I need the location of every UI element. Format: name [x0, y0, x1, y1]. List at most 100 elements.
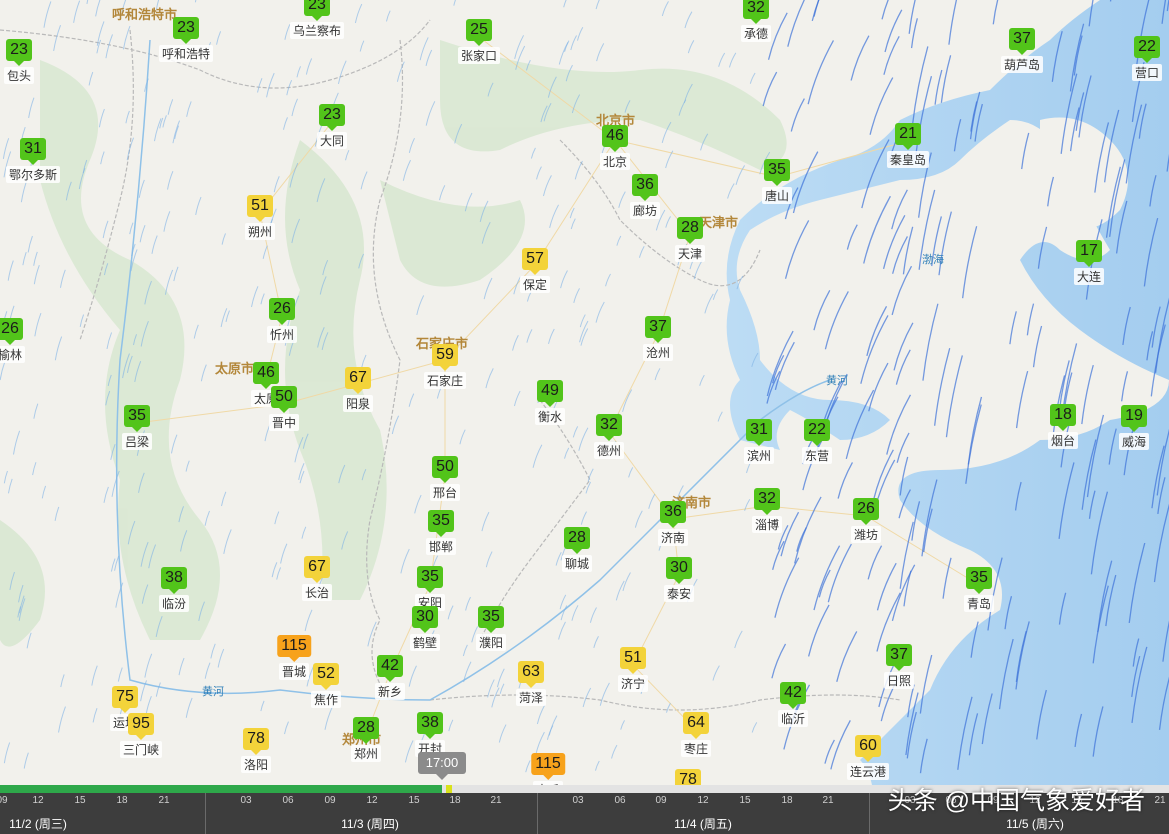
aqi-marker[interactable]: 19 — [1121, 405, 1147, 432]
aqi-value-badge[interactable]: 26 — [269, 298, 295, 325]
aqi-marker[interactable]: 23 — [6, 39, 32, 66]
aqi-marker[interactable]: 30 — [412, 606, 438, 633]
aqi-marker[interactable]: 42 — [780, 682, 806, 709]
aqi-marker[interactable]: 60 — [855, 735, 881, 762]
aqi-marker[interactable]: 26 — [269, 298, 295, 325]
aqi-value-badge[interactable]: 57 — [522, 248, 548, 275]
aqi-marker[interactable]: 50 — [271, 386, 297, 413]
aqi-value-badge[interactable]: 50 — [432, 456, 458, 483]
aqi-marker[interactable]: 23 — [304, 0, 330, 21]
timeline-hour-tick[interactable]: 21 — [822, 795, 833, 806]
timeline-handle[interactable] — [446, 785, 452, 793]
aqi-marker[interactable]: 115 — [277, 635, 311, 662]
aqi-marker[interactable]: 115 — [531, 753, 565, 780]
aqi-marker[interactable]: 31 — [20, 138, 46, 165]
timeline-hour-tick[interactable]: 21 — [490, 795, 501, 806]
aqi-value-badge[interactable]: 23 — [173, 17, 199, 44]
aqi-marker[interactable]: 35 — [124, 405, 150, 432]
aqi-marker[interactable]: 31 — [746, 419, 772, 446]
aqi-value-badge[interactable]: 63 — [518, 661, 544, 688]
aqi-marker[interactable]: 38 — [161, 567, 187, 594]
aqi-marker[interactable]: 26 — [853, 498, 879, 525]
aqi-value-badge[interactable]: 46 — [602, 125, 628, 152]
aqi-value-badge[interactable]: 42 — [377, 655, 403, 682]
timeline-hour-tick[interactable]: 06 — [614, 795, 625, 806]
aqi-value-badge[interactable]: 28 — [353, 717, 379, 744]
aqi-value-badge[interactable]: 37 — [886, 644, 912, 671]
timeline-hour-tick[interactable]: 15 — [739, 795, 750, 806]
aqi-marker[interactable]: 67 — [345, 367, 371, 394]
timeline-hour-tick[interactable]: 12 — [366, 795, 377, 806]
aqi-value-badge[interactable]: 42 — [780, 682, 806, 709]
aqi-marker[interactable]: 42 — [377, 655, 403, 682]
aqi-marker[interactable]: 22 — [804, 419, 830, 446]
aqi-value-badge[interactable]: 28 — [677, 217, 703, 244]
aqi-value-badge[interactable]: 18 — [1050, 404, 1076, 431]
aqi-value-badge[interactable]: 21 — [895, 123, 921, 150]
aqi-marker[interactable]: 35 — [428, 510, 454, 537]
aqi-value-badge[interactable]: 35 — [966, 567, 992, 594]
aqi-value-badge[interactable]: 31 — [20, 138, 46, 165]
timeline-hour-tick[interactable]: 12 — [32, 795, 43, 806]
aqi-marker[interactable]: 57 — [522, 248, 548, 275]
aqi-value-badge[interactable]: 23 — [304, 0, 330, 21]
aqi-value-badge[interactable]: 75 — [112, 686, 138, 713]
aqi-value-badge[interactable]: 31 — [746, 419, 772, 446]
timeline-day-label[interactable]: 11/3 (周四) — [341, 815, 399, 832]
aqi-marker[interactable]: 35 — [966, 567, 992, 594]
aqi-marker[interactable]: 52 — [313, 663, 339, 690]
aqi-marker[interactable]: 30 — [666, 557, 692, 584]
aqi-value-badge[interactable]: 23 — [319, 104, 345, 131]
aqi-marker[interactable]: 32 — [754, 488, 780, 515]
aqi-value-badge[interactable]: 23 — [6, 39, 32, 66]
aqi-marker[interactable]: 26 — [0, 318, 23, 345]
aqi-value-badge[interactable]: 49 — [537, 380, 563, 407]
timeline-hour-tick[interactable]: 18 — [116, 795, 127, 806]
timeline-hour-tick[interactable]: 03 — [572, 795, 583, 806]
timeline-hour-tick[interactable]: 09 — [324, 795, 335, 806]
aqi-value-badge[interactable]: 59 — [432, 344, 458, 371]
aqi-value-badge[interactable]: 36 — [660, 501, 686, 528]
timeline-day-label[interactable]: 11/2 (周三) — [9, 815, 67, 832]
timeline-hour-tick[interactable]: 03 — [240, 795, 251, 806]
aqi-marker[interactable]: 21 — [895, 123, 921, 150]
aqi-value-badge[interactable]: 22 — [804, 419, 830, 446]
aqi-marker[interactable]: 63 — [518, 661, 544, 688]
timeline-hour-tick[interactable]: 18 — [781, 795, 792, 806]
aqi-value-badge[interactable]: 28 — [564, 527, 590, 554]
timeline-hour-tick[interactable]: 15 — [408, 795, 419, 806]
aqi-marker[interactable]: 51 — [620, 647, 646, 674]
aqi-value-badge[interactable]: 35 — [124, 405, 150, 432]
aqi-marker[interactable]: 35 — [478, 606, 504, 633]
aqi-marker[interactable]: 36 — [660, 501, 686, 528]
aqi-value-badge[interactable]: 22 — [1134, 36, 1160, 63]
aqi-value-badge[interactable]: 30 — [412, 606, 438, 633]
aqi-marker[interactable]: 35 — [417, 566, 443, 593]
aqi-marker[interactable]: 37 — [886, 644, 912, 671]
aqi-value-badge[interactable]: 60 — [855, 735, 881, 762]
aqi-value-badge[interactable]: 78 — [243, 728, 269, 755]
aqi-value-badge[interactable]: 35 — [764, 159, 790, 186]
aqi-marker[interactable]: 46 — [602, 125, 628, 152]
aqi-value-badge[interactable]: 38 — [417, 712, 443, 739]
aqi-marker[interactable]: 95 — [128, 713, 154, 740]
aqi-value-badge[interactable]: 26 — [0, 318, 23, 345]
aqi-marker[interactable]: 23 — [173, 17, 199, 44]
aqi-value-badge[interactable]: 52 — [313, 663, 339, 690]
aqi-value-badge[interactable]: 25 — [466, 19, 492, 46]
aqi-marker[interactable]: 35 — [764, 159, 790, 186]
aqi-value-badge[interactable]: 67 — [345, 367, 371, 394]
aqi-value-badge[interactable]: 32 — [743, 0, 769, 24]
aqi-marker[interactable]: 32 — [743, 0, 769, 24]
aqi-marker[interactable]: 23 — [319, 104, 345, 131]
aqi-marker[interactable]: 18 — [1050, 404, 1076, 431]
aqi-value-badge[interactable]: 38 — [161, 567, 187, 594]
aqi-value-badge[interactable]: 37 — [645, 316, 671, 343]
aqi-value-badge[interactable]: 26 — [853, 498, 879, 525]
aqi-marker[interactable]: 75 — [112, 686, 138, 713]
timeline-hour-tick[interactable]: 21 — [1154, 795, 1165, 806]
air-quality-map[interactable]: 呼和浩特市北京市天津市石家庄市太原市济南市郑州市 渤海黄河黄河 23包头23呼和… — [0, 0, 1169, 834]
timeline-hour-tick[interactable]: 15 — [74, 795, 85, 806]
aqi-marker[interactable]: 22 — [1134, 36, 1160, 63]
aqi-value-badge[interactable]: 36 — [632, 174, 658, 201]
